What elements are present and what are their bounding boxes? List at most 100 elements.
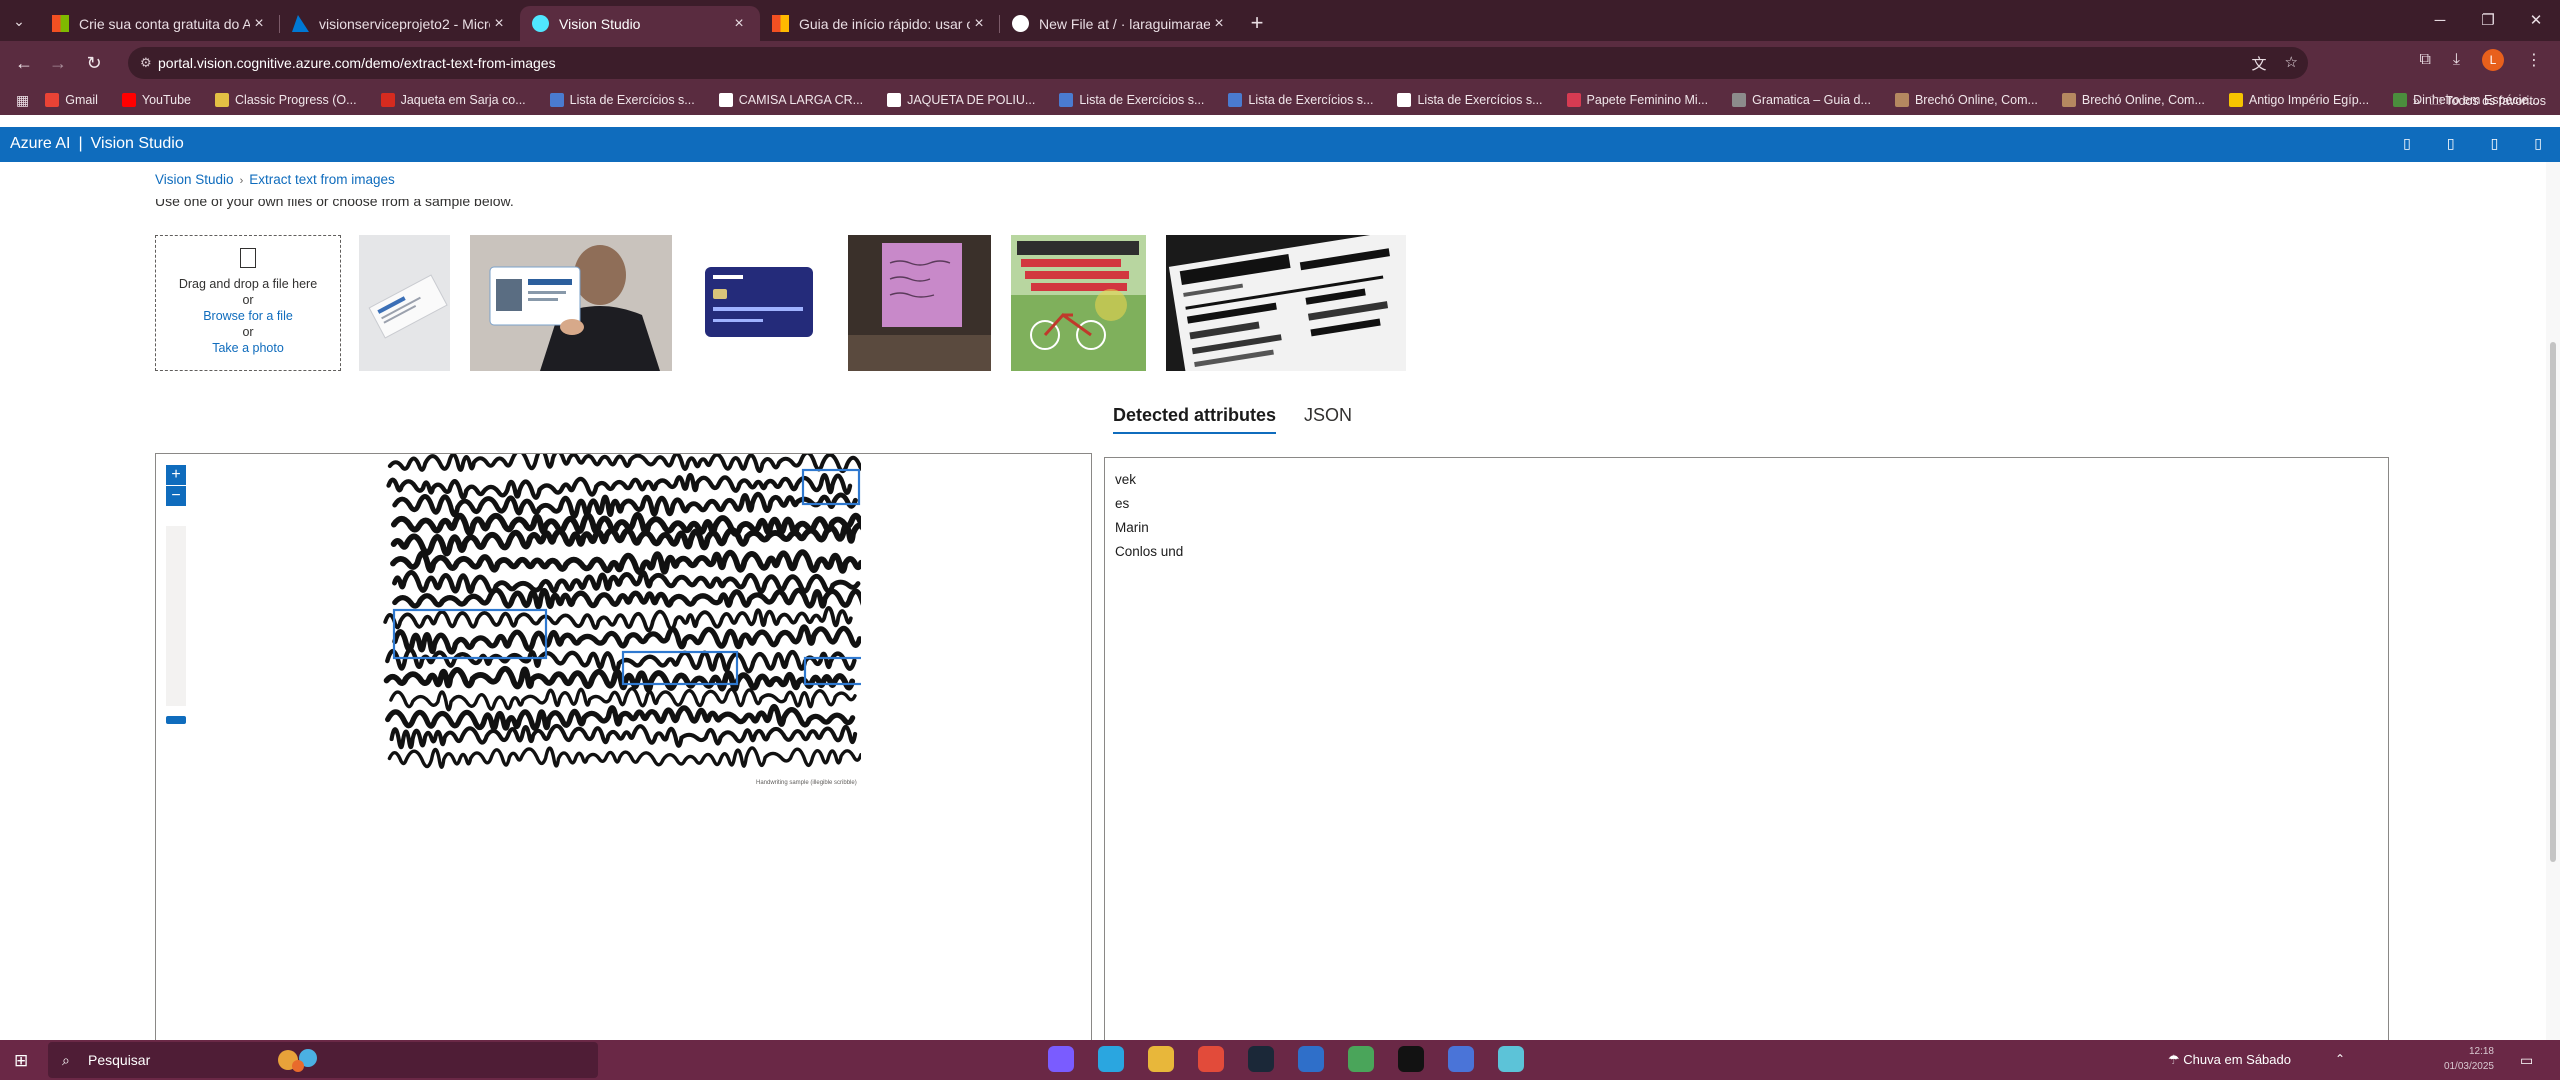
bookmark-item[interactable]: Jaqueta em Sarja co...: [380, 93, 526, 107]
bookmark-star-icon[interactable]: ☆: [2285, 53, 2298, 74]
browser-tab[interactable]: Guia de início rápido: usar o serviço ×: [760, 6, 1000, 41]
account-icon[interactable]: ▯: [2534, 135, 2542, 152]
bookmark-item[interactable]: Antigo Império Egíp...: [2228, 93, 2369, 107]
bookmark-item[interactable]: Papete Feminino Mi...: [1566, 93, 1708, 107]
zoom-out-button[interactable]: −: [166, 486, 186, 506]
edge-icon[interactable]: [1098, 1046, 1124, 1072]
site-info-icon[interactable]: ⚙: [140, 55, 156, 71]
restore-icon[interactable]: ❐: [2464, 0, 2512, 41]
bookmark-label: Brechó Online, Com...: [1914, 93, 2038, 107]
help-icon[interactable]: ▯: [2491, 135, 2499, 152]
bookmark-item[interactable]: YouTube: [121, 93, 191, 107]
brand-product: Vision Studio: [90, 135, 184, 152]
bookmarks-overflow-icon[interactable]: »: [2413, 93, 2420, 108]
minimize-icon[interactable]: ─: [2416, 0, 2464, 41]
back-icon[interactable]: ←: [12, 51, 36, 75]
breadcrumb-current[interactable]: Extract text from images: [249, 172, 395, 187]
system-clock[interactable]: 12:18 01/03/2025: [2404, 1044, 2494, 1074]
scrollbar-thumb[interactable]: [2550, 342, 2556, 862]
credit-card-thumbnail: [691, 235, 827, 371]
chrome-profile-icon[interactable]: [1348, 1046, 1374, 1072]
detected-line: Conlos und: [1115, 544, 1184, 559]
windows-start-icon[interactable]: ⊞: [14, 1051, 28, 1071]
menu-icon[interactable]: ⋮: [2526, 50, 2542, 70]
bookmark-item[interactable]: CAMISA LARGA CR...: [718, 93, 863, 107]
azure-brand[interactable]: Azure AI | Vision Studio: [10, 135, 184, 153]
tab-search-icon[interactable]: ⌄: [8, 10, 30, 32]
take-photo-link[interactable]: Take a photo: [156, 340, 340, 356]
weather-widget[interactable]: ☂ Chuva em Sábado: [2168, 1052, 2291, 1068]
bookmark-item[interactable]: Lista de Exercícios s...: [1228, 93, 1373, 107]
forward-icon[interactable]: →: [46, 51, 70, 75]
sample-image-credit-card[interactable]: [691, 235, 827, 371]
url-text[interactable]: portal.vision.cognitive.azure.com/demo/e…: [158, 55, 556, 71]
zoom-slider-track[interactable]: [166, 526, 186, 706]
breadcrumb-home[interactable]: Vision Studio: [155, 172, 234, 187]
chrome-icon[interactable]: [1198, 1046, 1224, 1072]
copilot-icon[interactable]: [1048, 1046, 1074, 1072]
new-tab-button[interactable]: +: [1240, 6, 1274, 41]
notifications-icon[interactable]: ▯: [2403, 135, 2411, 152]
file-explorer-icon[interactable]: [1148, 1046, 1174, 1072]
tab-close-icon[interactable]: ×: [1210, 15, 1228, 33]
downloads-icon[interactable]: ⤓: [2453, 51, 2460, 69]
browser-toolbar: ← → ↻ ⚙ portal.vision.cognitive.azure.co…: [0, 41, 2560, 85]
reload-icon[interactable]: ↻: [82, 51, 106, 75]
file-icon: [240, 248, 256, 268]
sample-image-life-poster[interactable]: [1011, 235, 1146, 371]
sample-image-id-badge[interactable]: [470, 235, 672, 371]
bookmark-favicon-icon: [1228, 93, 1243, 107]
address-bar[interactable]: ⚙ portal.vision.cognitive.azure.com/demo…: [128, 47, 2308, 79]
bookmark-item[interactable]: Classic Progress (O...: [215, 93, 357, 107]
tab-close-icon[interactable]: ×: [250, 15, 268, 33]
tab-close-icon[interactable]: ×: [490, 15, 508, 33]
profile-avatar[interactable]: L: [2482, 49, 2504, 71]
browser-tab[interactable]: New File at / · laraguimaraess/lab ×: [1000, 6, 1240, 41]
tab-title: New File at / · laraguimaraess/lab: [1039, 15, 1210, 32]
bookmark-item[interactable]: Lista de Exercícios s...: [1059, 93, 1204, 107]
bookmark-item[interactable]: Brechó Online, Com...: [1894, 93, 2038, 107]
bookmark-item[interactable]: JAQUETA DE POLIU...: [887, 93, 1035, 107]
extensions-icon[interactable]: ⧉: [2419, 51, 2430, 69]
apps-grid-icon[interactable]: ▦: [16, 92, 29, 109]
notifications-icon[interactable]: ▭: [2520, 1052, 2533, 1069]
bookmark-label: Lista de Exercícios s...: [1248, 93, 1374, 107]
translate-icon[interactable]: 文: [2252, 53, 2267, 74]
app-icon[interactable]: [1398, 1046, 1424, 1072]
handwriting-image: [381, 454, 861, 784]
browser-tab[interactable]: visionserviceprojeto2 - Microsoft ×: [280, 6, 520, 41]
settings-icon[interactable]: ▯: [2447, 135, 2455, 152]
taskbar-search[interactable]: ⌕ Pesquisar: [48, 1042, 598, 1078]
bookmark-label: Jaqueta em Sarja co...: [400, 93, 526, 107]
teams-icon[interactable]: [1298, 1046, 1324, 1072]
app-icon[interactable]: [1448, 1046, 1474, 1072]
browser-tabs: Crie sua conta gratuita do Azure × visio…: [40, 6, 1274, 41]
file-dropzone[interactable]: Drag and drop a file here or Browse for …: [155, 235, 341, 371]
close-window-icon[interactable]: ✕: [2512, 0, 2560, 41]
tab-detected-attributes[interactable]: Detected attributes: [1113, 405, 1277, 434]
bookmark-item[interactable]: Brechó Online, Com...: [2061, 93, 2205, 107]
page-scrollbar[interactable]: [2546, 162, 2560, 1040]
browse-file-link[interactable]: Browse for a file: [156, 308, 340, 324]
tab-close-icon[interactable]: ×: [970, 15, 988, 33]
tab-close-icon[interactable]: ×: [730, 15, 748, 33]
sample-image-business-card[interactable]: [359, 235, 450, 371]
steam-icon[interactable]: [1248, 1046, 1274, 1072]
bookmark-item[interactable]: Lista de Exercícios s...: [1397, 93, 1543, 107]
bookmark-item[interactable]: Gmail: [45, 93, 98, 107]
browser-tab[interactable]: Crie sua conta gratuita do Azure ×: [40, 6, 280, 41]
bookmark-item[interactable]: Gramatica – Guia d...: [1732, 93, 1871, 107]
sample-image-sticky-note[interactable]: [848, 235, 991, 371]
bookmark-item[interactable]: Lista de Exercícios s...: [549, 93, 695, 107]
vision-studio-favicon-icon: [532, 15, 549, 32]
zoom-in-button[interactable]: +: [166, 465, 186, 485]
sample-image-nutrition-label[interactable]: [1166, 235, 1406, 371]
zoom-slider-thumb[interactable]: [166, 716, 186, 724]
tray-overflow-icon[interactable]: ⌃: [2335, 1052, 2345, 1066]
browser-tab-active[interactable]: Vision Studio ×: [520, 6, 760, 41]
app-icon[interactable]: [1498, 1046, 1524, 1072]
all-bookmarks-folder[interactable]: 🗀 Todos os favoritos: [2430, 92, 2547, 113]
tab-title: Guia de início rápido: usar o serviço: [799, 15, 970, 32]
tab-json[interactable]: JSON: [1304, 405, 1352, 434]
brand-divider: |: [78, 135, 83, 152]
